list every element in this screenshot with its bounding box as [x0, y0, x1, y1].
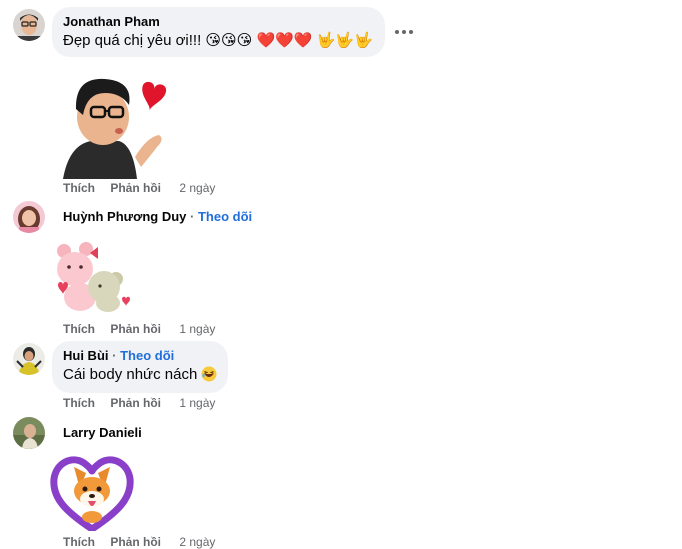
comment-author[interactable]: Larry Danieli [63, 425, 142, 440]
comment-author-line: Hui Bùi · Theo dõi [63, 348, 216, 363]
like-button[interactable]: Thích [63, 322, 95, 336]
like-button[interactable]: Thích [63, 181, 95, 195]
like-button[interactable]: Thích [63, 535, 95, 549]
avatar-woman-pink-icon [13, 201, 45, 233]
follow-link[interactable]: Theo dõi [198, 209, 252, 224]
timestamp[interactable]: 1 ngày [179, 322, 215, 336]
comment-text: Đẹp quá chị yêu ơi!!! 😘😘😘 ❤️❤️❤️ 🤟🤟🤟 [63, 32, 373, 49]
comment-text-line: Cái body nhức nách [63, 365, 217, 384]
comment-actions: Thích Phản hồi 1 ngày [63, 322, 215, 336]
laughing-emoji-icon [201, 366, 217, 382]
avatar-man-outdoor-icon [13, 417, 45, 449]
comment-author[interactable]: Hui Bùi [63, 348, 109, 363]
avatar-man-glasses-icon [13, 9, 45, 41]
avatar[interactable] [13, 343, 45, 375]
comment-author[interactable]: Jonathan Pham [63, 14, 373, 29]
comment-actions: Thích Phản hồi 2 ngày [63, 535, 215, 549]
bears-hug-sticker [52, 241, 132, 313]
avatar[interactable] [13, 9, 45, 41]
avatar[interactable] [13, 201, 45, 233]
avatar-blowing-kiss-sticker [61, 75, 171, 179]
comment-actions: Thích Phản hồi 1 ngày [63, 396, 215, 410]
comment-author[interactable]: Huỳnh Phương Duy [63, 209, 186, 224]
avatar-person-yellow-icon [13, 343, 45, 375]
timestamp[interactable]: 2 ngày [179, 181, 215, 195]
more-options-icon[interactable] [391, 20, 417, 44]
reply-button[interactable]: Phản hồi [110, 322, 161, 336]
comment-actions: Thích Phản hồi 2 ngày [63, 181, 215, 195]
timestamp[interactable]: 1 ngày [179, 396, 215, 410]
follow-link[interactable]: Theo dõi [120, 348, 174, 363]
comment-bubble: Jonathan Pham Đẹp quá chị yêu ơi!!! 😘😘😘 … [52, 7, 385, 57]
reply-button[interactable]: Phản hồi [110, 535, 161, 549]
comment-bubble: Hui Bùi · Theo dõi Cái body nhức nách [52, 341, 228, 393]
corgi-heart-sticker [50, 451, 134, 533]
separator: · [190, 209, 195, 224]
comment-text: Cái body nhức nách [63, 366, 198, 383]
comment-author-line: Huỳnh Phương Duy · Theo dõi [63, 209, 252, 224]
separator: · [112, 348, 117, 363]
avatar[interactable] [13, 417, 45, 449]
like-button[interactable]: Thích [63, 396, 95, 410]
timestamp[interactable]: 2 ngày [179, 535, 215, 549]
reply-button[interactable]: Phản hồi [110, 181, 161, 195]
reply-button[interactable]: Phản hồi [110, 396, 161, 410]
